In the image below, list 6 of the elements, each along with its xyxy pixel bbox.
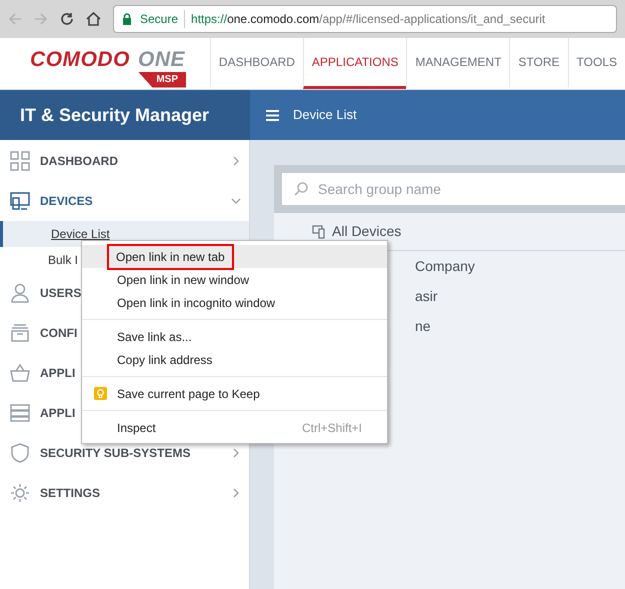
app-title: IT & Security Manager xyxy=(0,90,250,140)
page-title: Device List xyxy=(293,106,357,124)
url-text: https://one.comodo.com/app/#/licensed-applications/it_and_securit xyxy=(191,11,546,28)
shortcut-text: Ctrl+Shift+I xyxy=(302,420,362,436)
logo: COMODO ONE MSP xyxy=(0,38,210,89)
secure-label: Secure xyxy=(140,11,178,28)
